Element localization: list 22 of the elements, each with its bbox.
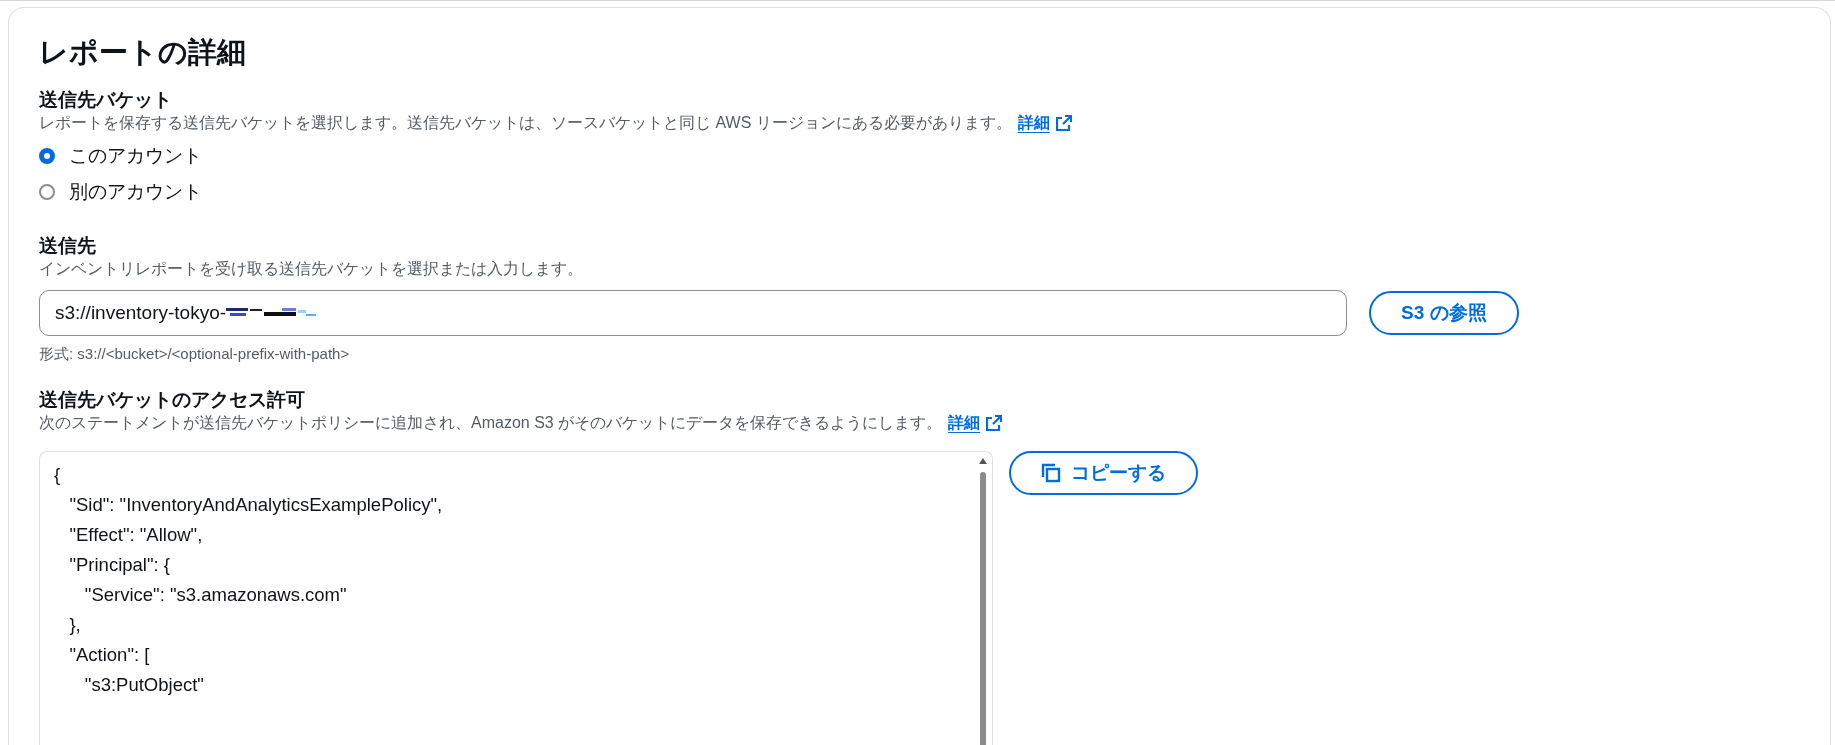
destination-input-field[interactable]: s3://inventory-tokyo- [39,290,1347,336]
info-link[interactable]: 詳細 [1017,112,1072,134]
copy-button[interactable]: コピーする [1009,451,1198,495]
field-label: 送信先 [39,234,97,258]
format-hint: 形式: s3://<bucket>/<optional-prefix-with-path> [39,345,351,364]
policy-code: { "Sid": "InventoryAndAnalyticsExamplePolicy", "Effect": "Allow", "Principal": { "Service": "s3.amazonaws.com" }, "Action": [ "s3:PutObject" [53,463,444,697]
section-title: レポートの詳細 [39,35,247,70]
radio-button[interactable] [39,148,55,164]
field-description: インベントリレポートを受け取る送信先バケットを選択または入力します。 [39,259,583,279]
external-link-icon [986,415,1003,431]
radio-label[interactable]: 別のアカウント [69,179,202,205]
field-description: 次のステートメントが送信先バケットポリシーに追加され、Amazon S3 がそのバケットにデータを保存できるようにします。 [39,413,943,433]
radio-label[interactable]: このアカウント [69,143,202,169]
scrollbar[interactable] [978,456,988,745]
field-label: 送信先バケットのアクセス許可 [39,388,306,412]
external-link-icon [1055,115,1072,131]
radio-button[interactable] [39,184,55,200]
field-description: レポートを保存する送信先バケットを選択します。送信先バケットは、ソースバケットと同じ AWS リージョンにある必要があります。 [39,113,1012,133]
copy-icon [1041,463,1061,483]
field-label: 送信先バケット [39,88,173,112]
browse-s3-button[interactable]: S3 の参照 [1369,291,1519,335]
info-link[interactable]: 詳細 [948,412,1003,434]
